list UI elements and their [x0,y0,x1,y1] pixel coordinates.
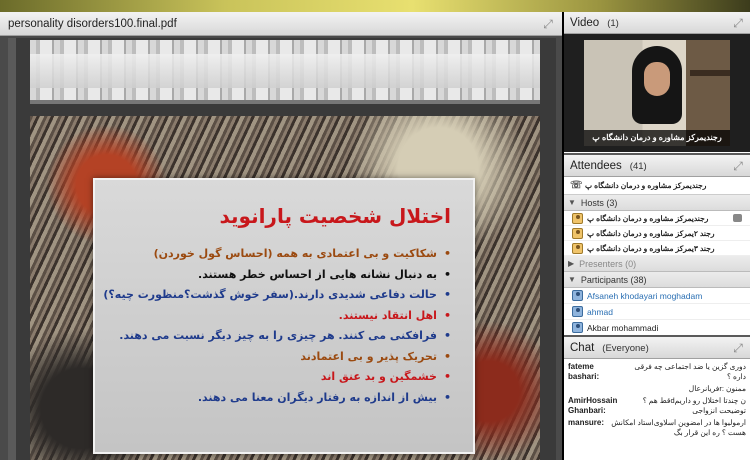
attendees-pod-header: Attendees (41) ⤢ [564,155,750,177]
maximize-icon[interactable]: ⤢ [732,342,744,354]
host-user-icon [572,242,583,254]
previous-page-image [30,40,540,104]
chat-text: ارمولیوا ها در امضوین اسلاوی‌استاد امکان… [611,418,746,437]
webcam-video: رجندیمرکز مشاوره و درمان دانشگاه پ [584,40,730,146]
host-name: رجند ۳یمرکز مشاوره و درمان دانشگاه پ [587,243,715,253]
participant-name: Akbar mohammadi [587,322,659,333]
participant-name: ahmad [587,306,613,317]
participant-user-icon [572,306,583,317]
chat-scope[interactable]: (Everyone) [602,343,648,354]
host-name: رجند ۲یمرکز مشاوره و درمان دانشگاه پ [587,228,715,238]
chat-pod-header: Chat (Everyone) ⤢ [564,337,750,359]
top-decor-strip [0,0,750,12]
host-row[interactable]: رجند ۲یمرکز مشاوره و درمان دانشگاه پ [564,226,750,241]
slide-bullet-list: شکاکیت و بی اعتمادی به همه (احساس گول خو… [103,244,451,409]
slide-bullet: شکاکیت و بی اعتمادی به همه (احساس گول خو… [111,244,451,265]
chat-pod-title: Chat [570,341,595,354]
attendee-list: ☏ رجندیمرکز مشاوره و درمان دانشگاه پ ▼ H… [564,177,750,335]
participant-user-icon [572,290,583,301]
share-pod-title: personality disorders100.final.pdf [8,17,177,30]
slide-bullet: اهل انتقاد نیستند. [111,306,451,327]
attendees-pod: Attendees (41) ⤢ ☏ رجندیمرکز مشاوره و در… [564,155,750,335]
participants-label: Participants (38) [580,274,647,285]
slide-bullet: فرافکنی می کنند. هر چیزی را به چیز دیگر … [111,326,451,347]
chat-text: ممنون :rفریانرعال [688,384,746,393]
chat-message: fateme bashari: دوری گزین یا ضد اجتماعی چ… [568,362,746,382]
vertical-scrollbar[interactable] [8,38,16,460]
video-pod-count: (1) [607,17,619,29]
chat-sender: fateme bashari: [568,362,600,381]
expand-triangle-icon: ▶ [568,259,575,268]
hosts-label: Hosts (3) [580,197,618,208]
video-pod: Video (1) ⤢ رجندیمرکز مشاوره و درمان دان… [564,12,750,153]
participants-section-header[interactable]: ▼ Participants (38) [564,272,750,288]
phone-icon: ☏ [570,180,583,191]
participant-row[interactable]: Akbar mohammadi [564,320,750,335]
attendees-pod-count: (41) [629,160,647,172]
video-feed-area: رجندیمرکز مشاوره و درمان دانشگاه پ [564,34,750,152]
participant-name: Afsaneh khodayari moghadam [587,290,703,301]
document-viewer[interactable]: اختلال شخصیت پارانوید شکاکیت و بی اعتماد… [8,38,556,460]
maximize-icon[interactable]: ⤢ [732,160,744,172]
chat-message-list[interactable]: fateme bashari: دوری گزین یا ضد اجتماعی چ… [564,359,750,443]
chat-message: mansure: ارمولیوا ها در امضوین اسلاوی‌است… [568,418,746,438]
chat-message: AmirHossain Ghanbari: ن چندتا اختلال رو د… [568,396,746,416]
share-pod-header: personality disorders100.final.pdf ⤢ [0,12,562,36]
slide-bullet: به دنبال نشانه هایی از احساس خطر هستند. [111,265,451,286]
chat-text: دوری گزین یا ضد اجتماعی چه فرقی داره ؟ [634,362,746,381]
chat-sender: AmirHossain Ghanbari: [568,396,618,415]
chat-text: ن چندتا اختلال رو داریمdقط هم ؟ توضیحت ا… [642,396,746,415]
video-caption: رجندیمرکز مشاوره و درمان دانشگاه پ [584,130,730,146]
chat-message: ممنون :rفریانرعال [568,384,746,394]
chat-sender: mansure: [568,418,605,427]
slide-bullet: تحریک پذیر و بی اعتمادند [111,347,451,368]
host-user-icon [572,227,583,239]
presenters-section-header[interactable]: ▶ Presenters (0) [564,256,750,272]
expand-triangle-icon: ▼ [568,198,576,207]
participant-user-icon [572,322,583,333]
host-name: رجندیمرکز مشاوره و درمان دانشگاه پ [587,213,709,223]
participants-list: Afsaneh khodayari moghadam ahmad Akbar moh… [564,288,750,335]
maximize-icon[interactable]: ⤢ [542,18,554,30]
right-sidebar: Video (1) ⤢ رجندیمرکز مشاوره و درمان دان… [564,12,750,460]
slide-title: اختلال شخصیت پارانوید [219,204,451,228]
maximize-icon[interactable]: ⤢ [732,17,744,29]
slide-bullet: بیش از اندازه به رفتار دیگران معنا می ده… [111,388,451,409]
host-user-icon [572,212,583,224]
current-user-name: رجندیمرکز مشاوره و درمان دانشگاه پ [585,181,707,190]
participant-row[interactable]: Afsaneh khodayari moghadam [564,288,750,304]
attendees-pod-title: Attendees [570,159,622,172]
hosts-section-header[interactable]: ▼ Hosts (3) [564,195,750,211]
chat-pod: Chat (Everyone) ⤢ fateme bashari: دوری گز… [564,337,750,460]
participant-row[interactable]: ahmad [564,304,750,320]
webcam-icon [733,214,742,222]
slide-content-box: اختلال شخصیت پارانوید شکاکیت و بی اعتماد… [93,178,475,454]
share-pod: personality disorders100.final.pdf ⤢ اخت… [0,12,562,460]
video-pod-title: Video [570,16,600,29]
slide-bullet: حالت دفاعی شدیدی دارند.(سفر خوش گذشت؟منظ… [103,285,451,306]
video-pod-header: Video (1) ⤢ [564,12,750,34]
current-user-row[interactable]: ☏ رجندیمرکز مشاوره و درمان دانشگاه پ [564,177,750,195]
presenters-label: Presenters (0) [579,258,637,269]
hosts-list: رجندیمرکز مشاوره و درمان دانشگاه پ رجند ۲… [564,211,750,256]
expand-triangle-icon: ▼ [568,275,576,284]
host-row[interactable]: رجندیمرکز مشاوره و درمان دانشگاه پ [564,211,750,226]
slide-bullet: خشمگین و بد عنق اند [111,367,451,388]
host-row[interactable]: رجند ۳یمرکز مشاوره و درمان دانشگاه پ [564,241,750,256]
